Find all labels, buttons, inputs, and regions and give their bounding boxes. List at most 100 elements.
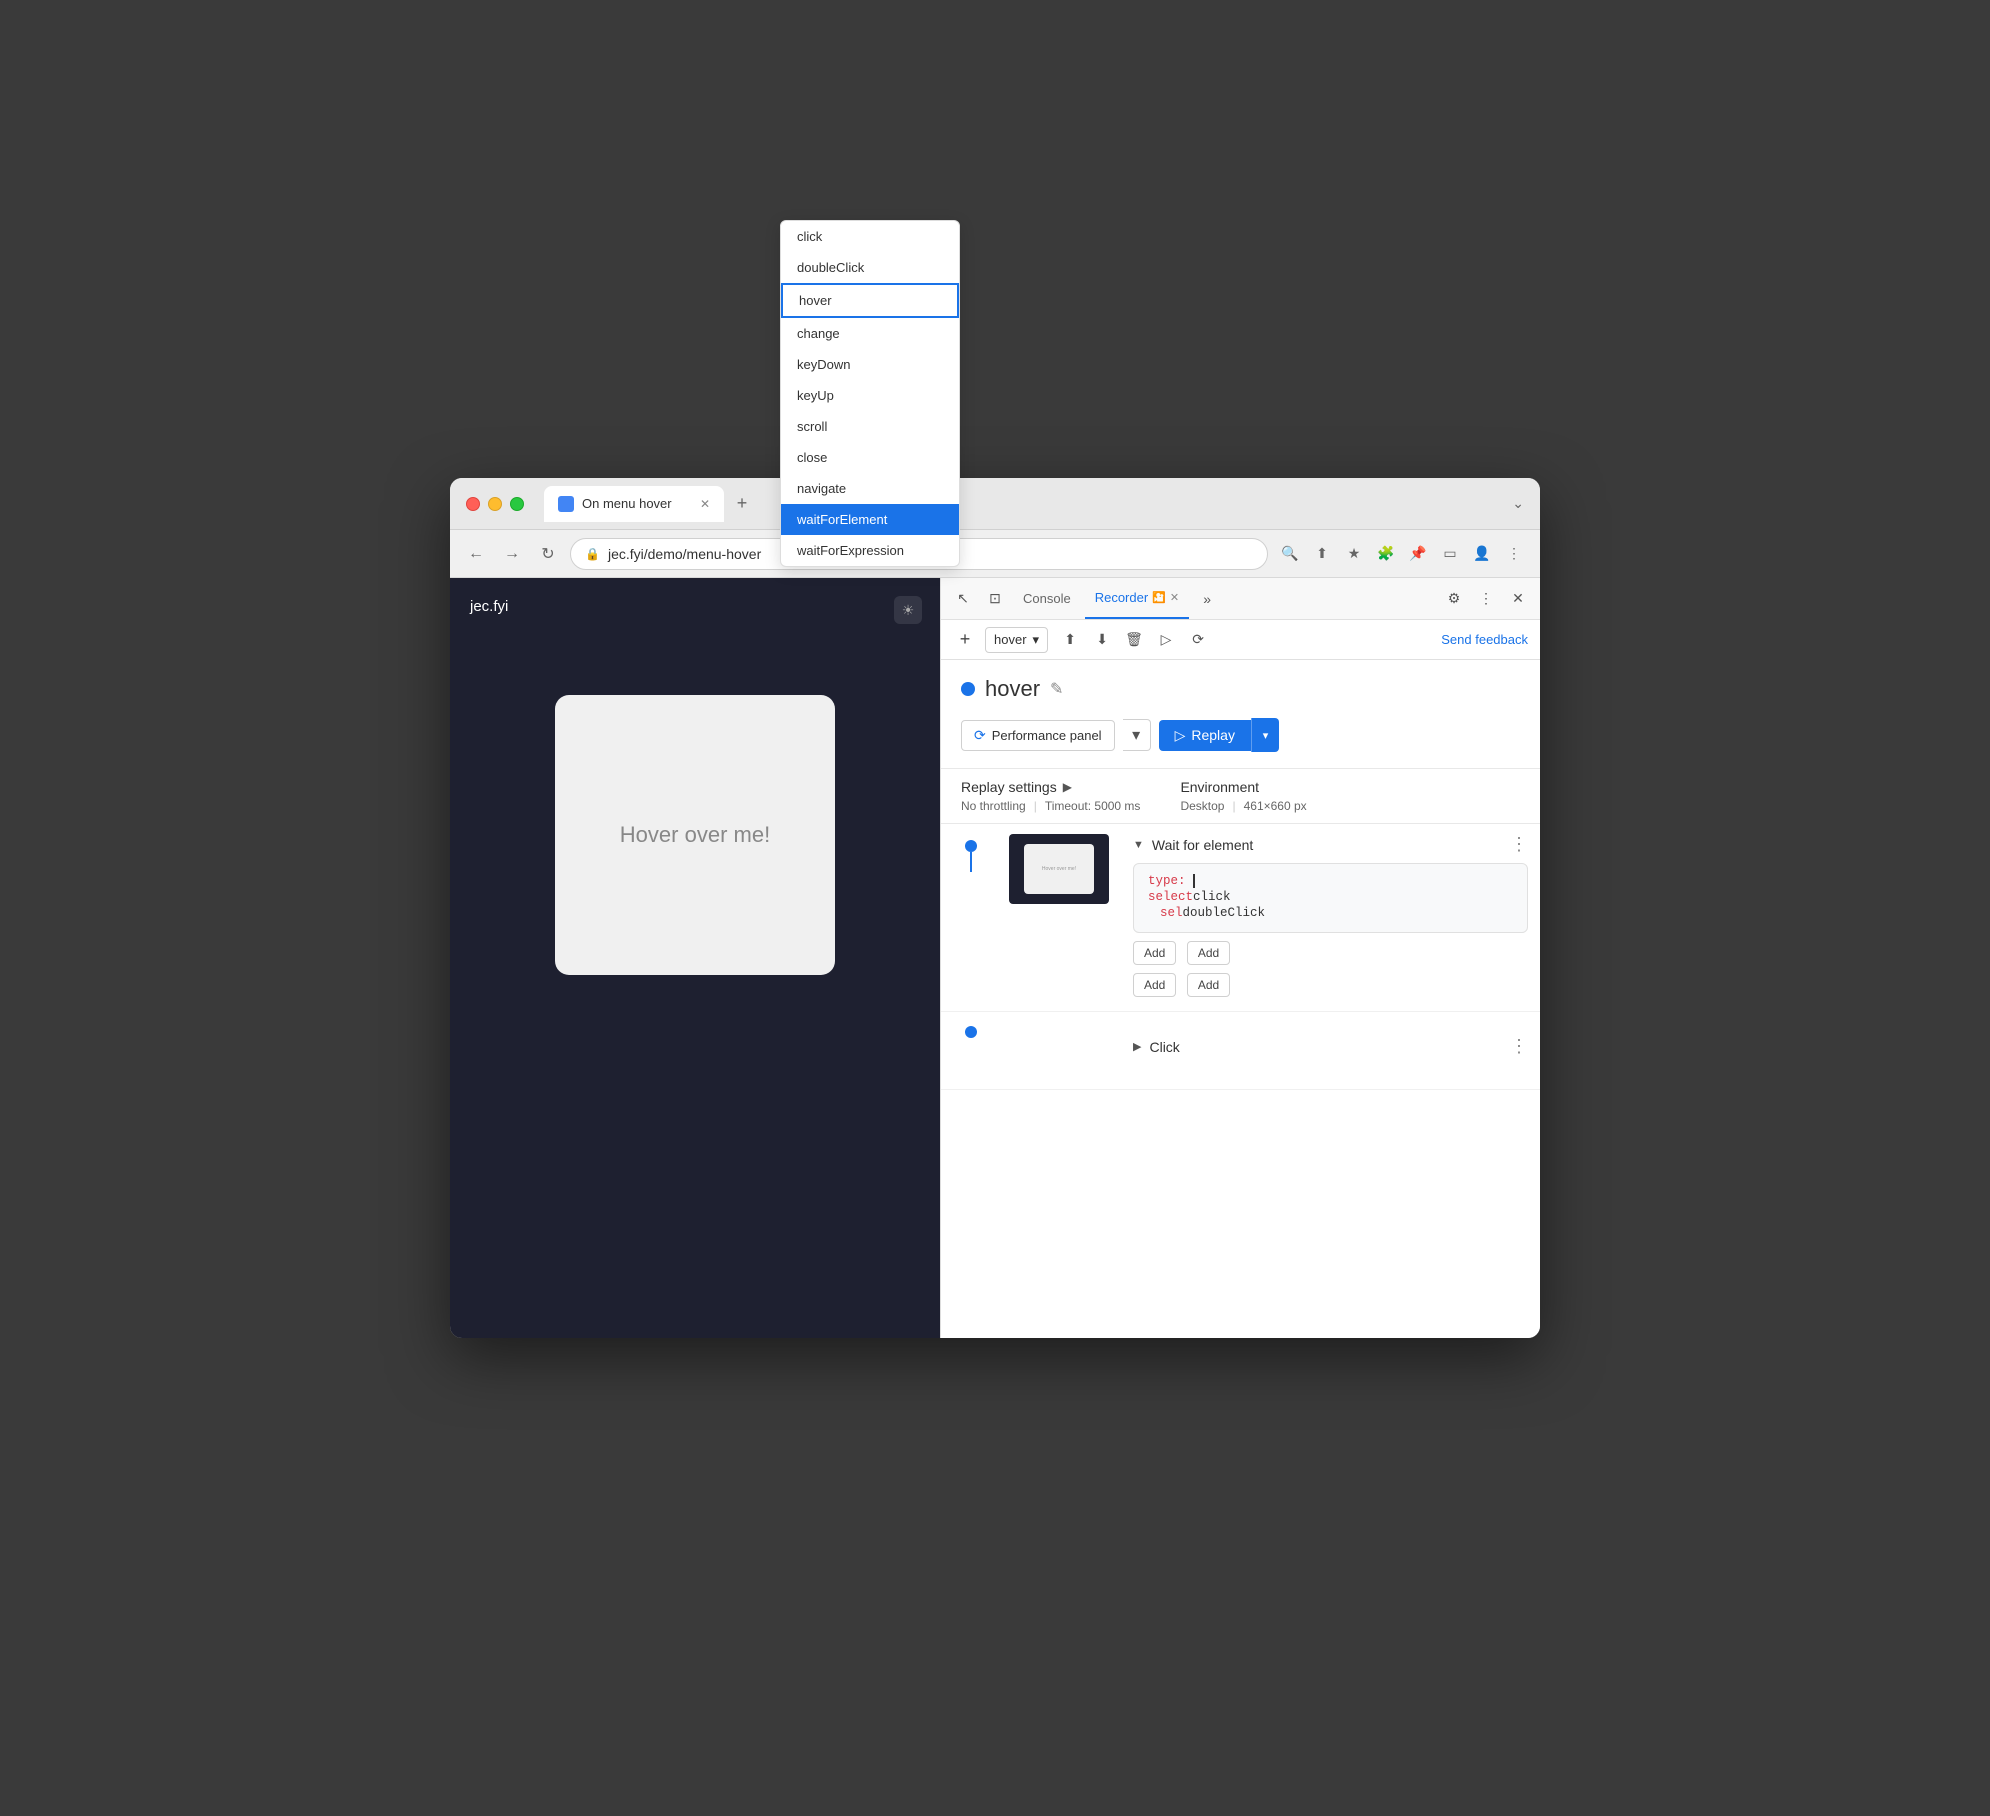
- type-dropdown-menu: click doubleClick hover change keyDown k…: [780, 478, 960, 567]
- import-icon[interactable]: ⬇: [1088, 626, 1116, 654]
- play-icon[interactable]: ▷: [1152, 626, 1180, 654]
- type-key: type:: [1148, 874, 1193, 888]
- edit-name-icon[interactable]: ✎: [1050, 679, 1063, 699]
- devtools-panel: ↖ ⊡ Console Recorder 🎦 ✕ » ⚙ ⋮ ✕: [940, 578, 1540, 1338]
- sel2-key: sel: [1148, 906, 1183, 920]
- tab-title: On menu hover: [582, 496, 672, 511]
- env-type-label: Desktop: [1180, 799, 1224, 813]
- step1-expand-icon[interactable]: ▼: [1133, 839, 1144, 851]
- maximize-window-button[interactable]: [510, 497, 524, 511]
- thumb-label: Hover over me!: [1042, 866, 1076, 872]
- replay-label: Replay: [1191, 727, 1235, 743]
- tab-recorder[interactable]: Recorder 🎦 ✕: [1085, 578, 1189, 619]
- delete-recording-icon[interactable]: 🗑: [1120, 626, 1148, 654]
- menu-icon[interactable]: ⋮: [1500, 540, 1528, 568]
- code-line-sel2: seldoubleClick: [1148, 906, 1513, 920]
- reload-button[interactable]: ↻: [534, 540, 562, 568]
- perf-panel-label: Performance panel: [992, 728, 1102, 743]
- replay-dropdown-button[interactable]: ▾: [1251, 718, 1279, 752]
- step-click: ▶ Click ⋮: [941, 1012, 1540, 1090]
- recorder-toolbar: + hover ▾ ⬆ ⬇ 🗑 ▷ ⟳ Send feedback: [941, 620, 1540, 660]
- recording-selector[interactable]: hover ▾: [985, 627, 1048, 653]
- step1-header: ▼ Wait for element ⋮: [1133, 834, 1528, 855]
- recording-name-row: hover ✎: [961, 676, 1520, 702]
- recording-selector-value: hover: [994, 632, 1027, 647]
- tab-close-icon[interactable]: ✕: [700, 497, 710, 511]
- back-button[interactable]: ←: [462, 540, 490, 568]
- replay-settings-section: Replay settings ▶ No throttling | Timeou…: [961, 779, 1140, 813]
- dropdown-item-navigate[interactable]: navigate: [781, 478, 959, 504]
- add-step-button3[interactable]: Add: [1133, 973, 1176, 997]
- send-feedback-link[interactable]: Send feedback: [1441, 632, 1528, 647]
- environment-header: Environment: [1180, 779, 1306, 795]
- address-bar-icons: 🔍 ⬆ ★ 🧩 📌 ▭ 👤 ⋮: [1276, 540, 1528, 568]
- export-icon[interactable]: ⬆: [1056, 626, 1084, 654]
- step2-more-icon[interactable]: ⋮: [1510, 1036, 1528, 1057]
- tab-favicon: [558, 496, 574, 512]
- step1-code-editor[interactable]: type: selectclick seldoubleClick: [1133, 863, 1528, 933]
- tab-bar: On menu hover ✕ +: [544, 486, 1500, 522]
- recorder-action-icons: ⬆ ⬇ 🗑 ▷ ⟳: [1056, 626, 1212, 654]
- add-after-button[interactable]: Add: [1187, 941, 1230, 965]
- bookmark-icon[interactable]: ★: [1340, 540, 1368, 568]
- select-key: select: [1148, 890, 1193, 904]
- hover-card[interactable]: Hover over me!: [555, 695, 835, 975]
- account-icon[interactable]: 👤: [1468, 540, 1496, 568]
- code-line-select: selectclick: [1148, 890, 1513, 904]
- add-step-button4[interactable]: Add: [1187, 973, 1230, 997]
- address-bar: ← → ↻ 🔒 jec.fyi/demo/menu-hover 🔍 ⬆ ★ 🧩 …: [450, 530, 1540, 578]
- site-logo: jec.fyi: [470, 598, 508, 615]
- performance-panel-dropdown[interactable]: ▾: [1123, 719, 1151, 751]
- select-val: click: [1193, 890, 1231, 904]
- more-tabs-icon[interactable]: »: [1193, 585, 1221, 613]
- traffic-lights: [466, 497, 524, 511]
- device-icon[interactable]: ⊡: [981, 585, 1009, 613]
- add-recording-button[interactable]: +: [953, 628, 977, 652]
- address-text: jec.fyi/demo/menu-hover: [608, 546, 761, 562]
- step2-title: Click: [1149, 1039, 1179, 1055]
- performance-panel-button[interactable]: ⟳ Performance panel: [961, 720, 1115, 751]
- recording-active-dot: [961, 682, 975, 696]
- recording-actions: ⟳ Performance panel ▾ ▷ Replay ▾: [961, 718, 1520, 752]
- perf-icon: ⟳: [974, 727, 986, 744]
- throttle-label: No throttling: [961, 799, 1026, 813]
- record-icon[interactable]: ⟳: [1184, 626, 1212, 654]
- pin-icon[interactable]: 📌: [1404, 540, 1432, 568]
- timeout-label: Timeout: 5000 ms: [1045, 799, 1141, 813]
- forward-button[interactable]: →: [498, 540, 526, 568]
- search-icon[interactable]: 🔍: [1276, 540, 1304, 568]
- minimize-window-button[interactable]: [488, 497, 502, 511]
- replay-settings-detail: No throttling | Timeout: 5000 ms: [961, 799, 1140, 813]
- browser-tab[interactable]: On menu hover ✕: [544, 486, 724, 522]
- dropdown-item-waitForExpression[interactable]: waitForExpression: [781, 535, 959, 566]
- replay-main-button[interactable]: ▷ Replay: [1159, 720, 1251, 751]
- close-devtools-icon[interactable]: ✕: [1504, 585, 1532, 613]
- sidebar-icon[interactable]: ▭: [1436, 540, 1464, 568]
- cursor-icon[interactable]: ↖: [949, 585, 977, 613]
- code-line-type: type:: [1148, 874, 1513, 888]
- replay-settings-title: Replay settings: [961, 779, 1057, 795]
- replay-settings-header[interactable]: Replay settings ▶: [961, 779, 1140, 795]
- add-before-button[interactable]: Add: [1133, 941, 1176, 965]
- more-options-icon[interactable]: ⋮: [1472, 585, 1500, 613]
- add-buttons-row2: Add Add: [1133, 973, 1528, 1001]
- tab-console[interactable]: Console: [1013, 578, 1081, 619]
- steps-area: Hover over me! ▼ Wait for element ⋮ ty: [941, 824, 1540, 1338]
- step2-expand-icon[interactable]: ▶: [1133, 1040, 1141, 1053]
- chevron-down-icon[interactable]: ⌄: [1512, 495, 1524, 512]
- theme-toggle-icon[interactable]: ☀: [894, 596, 922, 624]
- close-window-button[interactable]: [466, 497, 480, 511]
- dropdown-item-waitForElement[interactable]: waitForElement: [781, 504, 959, 535]
- recording-name-label: hover: [985, 676, 1040, 702]
- recorder-tab-close-icon[interactable]: ✕: [1170, 591, 1179, 604]
- selector-chevron-icon: ▾: [1033, 632, 1040, 648]
- step2-dot: [965, 1026, 977, 1038]
- extension-icon[interactable]: 🧩: [1372, 540, 1400, 568]
- browser-window: On menu hover ✕ + ⌄ ← → ↻ 🔒 jec.fyi/demo…: [450, 478, 1540, 1338]
- step1-title: Wait for element: [1152, 837, 1253, 853]
- settings-icon[interactable]: ⚙: [1440, 585, 1468, 613]
- new-tab-button[interactable]: +: [728, 490, 756, 518]
- share-icon[interactable]: ⬆: [1308, 540, 1336, 568]
- step1-more-icon[interactable]: ⋮: [1510, 834, 1528, 855]
- step1-content: ▼ Wait for element ⋮ type: selectclick: [1121, 824, 1540, 1011]
